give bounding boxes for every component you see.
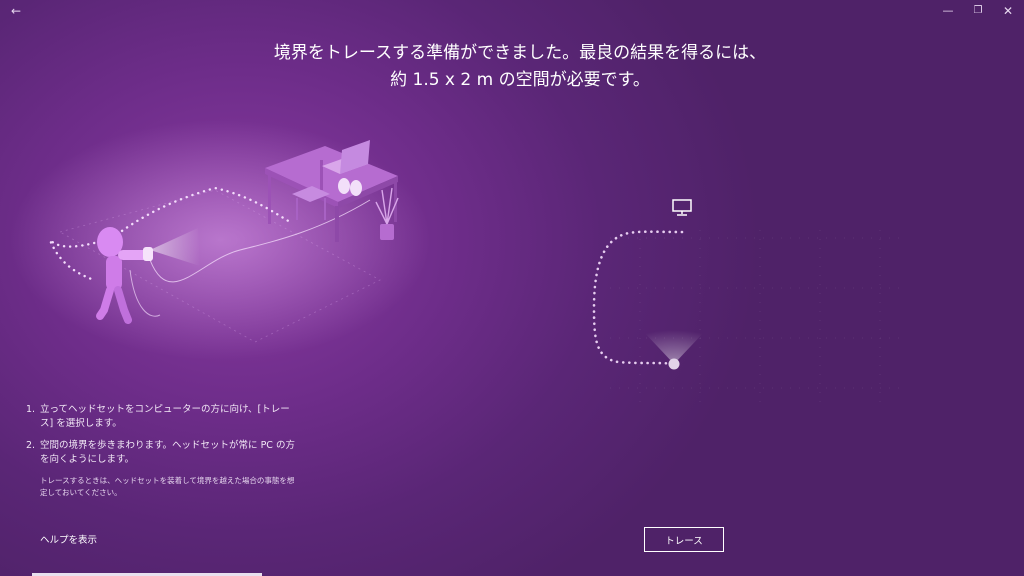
title-bar: ← — ❐ ✕: [0, 0, 1024, 22]
step-2: 2. 空間の境界を歩きまわります。ヘッドセットが常に PC の方を向くようにしま…: [26, 439, 296, 467]
monitor-icon: [672, 199, 692, 216]
trace-button[interactable]: トレース: [644, 527, 724, 552]
minimize-button[interactable]: —: [938, 2, 958, 20]
step-text: 立ってヘッドセットをコンピューターの方に向け、[トレース] を選択します。: [40, 404, 290, 429]
step-1: 1. 立ってヘッドセットをコンピューターの方に向け、[トレース] を選択します。: [26, 403, 296, 431]
diagram-grid: [610, 230, 900, 410]
room-setup-illustration: [10, 120, 430, 360]
headset-position-dot: [668, 358, 680, 370]
instruction-steps: 1. 立ってヘッドセットをコンピューターの方に向け、[トレース] を選択します。…: [26, 403, 296, 499]
page-title-line-2: 約 1.5 x 2 m の空間が必要です。: [390, 70, 650, 90]
step-number: 1.: [26, 404, 36, 415]
boundary-trace-diagram: [592, 199, 900, 410]
safety-note: トレースするときは、ヘッドセットを装着して境界を越えた場合の事態を想定しておいて…: [40, 476, 295, 497]
step-number: 2.: [26, 440, 36, 451]
show-help-link[interactable]: ヘルプを表示: [40, 532, 97, 546]
page-title: 境界をトレースする準備ができました。最良の結果を得るには、 約 1.5 x 2 …: [150, 40, 890, 94]
step-text: 空間の境界を歩きまわります。ヘッドセットが常に PC の方を向くようにします。: [40, 440, 295, 465]
page-title-line-1: 境界をトレースする準備ができました。最良の結果を得るには、: [273, 43, 767, 63]
back-arrow-icon[interactable]: ←: [6, 2, 26, 20]
maximize-button[interactable]: ❐: [968, 2, 988, 20]
close-button[interactable]: ✕: [998, 2, 1018, 20]
